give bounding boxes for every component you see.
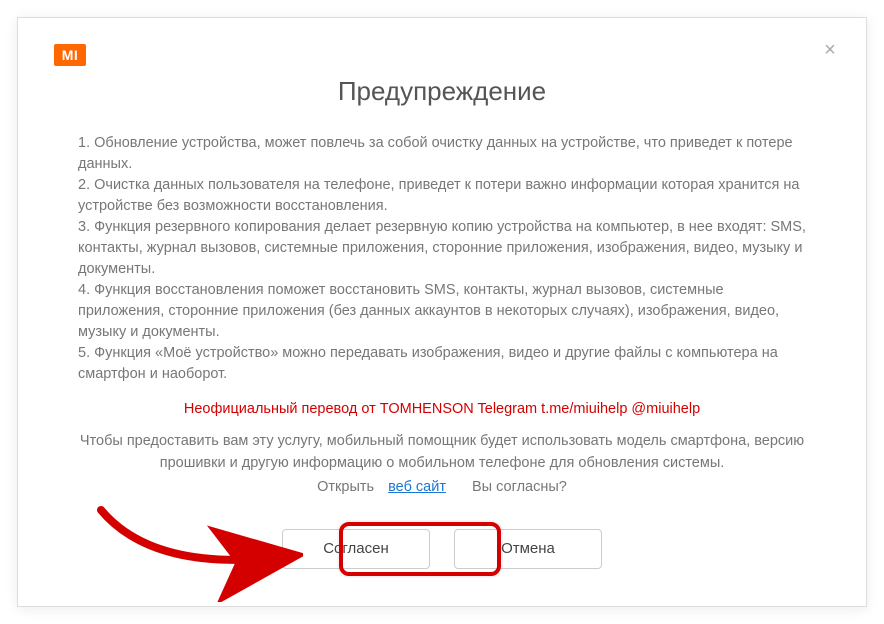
open-label: Открыть [317, 479, 374, 495]
dialog-content: 1. Обновление устройства, может повлечь … [18, 133, 866, 569]
warning-item: 2. Очистка данных пользователя на телефо… [78, 175, 806, 217]
warning-item: 1. Обновление устройства, может повлечь … [78, 133, 806, 175]
dialog-title: Предупреждение [18, 76, 866, 107]
warning-item: 5. Функция «Моё устройство» можно переда… [78, 343, 806, 385]
warning-dialog: MI × Предупреждение 1. Обновление устрой… [17, 17, 867, 607]
agree-question: Вы согласны? [472, 479, 567, 495]
translator-credit: Неофициальный перевод от TOMHENSON Teleg… [78, 401, 806, 417]
cancel-button[interactable]: Отмена [454, 529, 602, 569]
warning-item: 3. Функция резервного копирования делает… [78, 217, 806, 280]
close-button[interactable]: × [818, 38, 842, 62]
warning-list: 1. Обновление устройства, может повлечь … [78, 133, 806, 385]
button-row: Согласен Отмена [78, 529, 806, 569]
website-link[interactable]: веб сайт [388, 479, 446, 495]
mi-logo: MI [54, 44, 86, 66]
warning-item: 4. Функция восстановления поможет восста… [78, 280, 806, 343]
agree-button[interactable]: Согласен [282, 529, 430, 569]
consent-info: Чтобы предоставить вам эту услугу, мобил… [78, 431, 806, 475]
open-website-row: Открыть веб сайт Вы согласны? [78, 479, 806, 495]
